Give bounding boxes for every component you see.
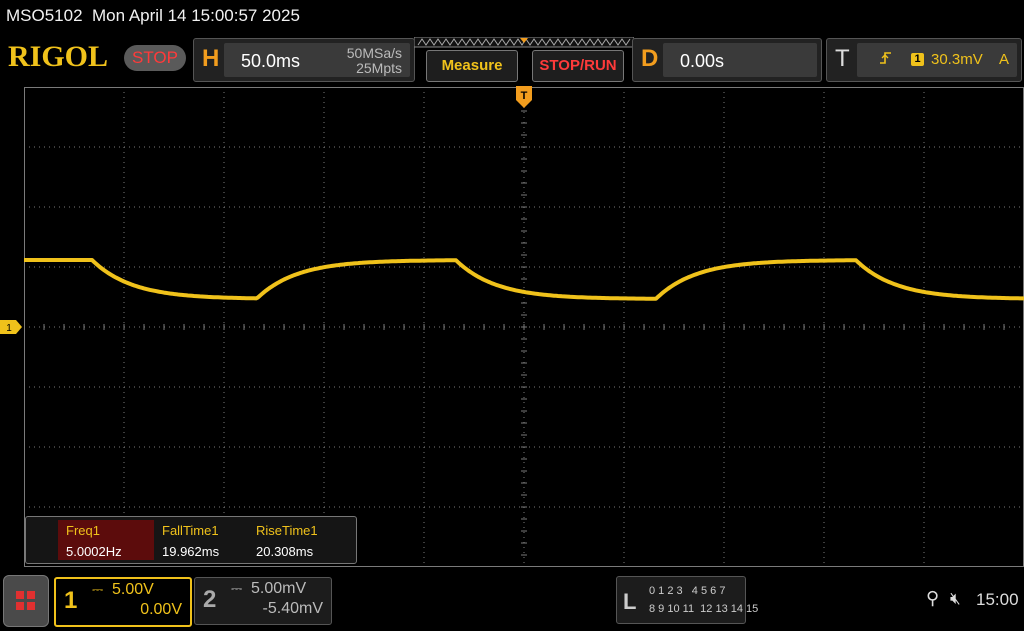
sample-rate: 50MSa/s: [346, 45, 402, 61]
channel2-offset: -5.40mV: [262, 600, 323, 617]
logic-channels-row1: 0 1 2 3 4 5 6 7: [649, 585, 726, 597]
channel1-number: 1: [64, 587, 78, 614]
dc-coupling-icon: ⎓: [231, 580, 243, 596]
measurement-value: 19.962ms: [162, 544, 220, 559]
main-menu-button[interactable]: [3, 575, 49, 627]
usb-icon: ⚲: [926, 588, 940, 608]
graticule: [24, 87, 1024, 567]
measure-button[interactable]: Measure: [426, 50, 518, 82]
logic-label: L: [623, 589, 637, 614]
measurement-value: 20.308ms: [256, 544, 314, 559]
speaker-muted-icon[interactable]: 🔇︎: [950, 589, 961, 609]
svg-text:1: 1: [6, 323, 12, 334]
channel2-scale: 5.00mV: [251, 580, 307, 597]
measurement-panel[interactable]: Freq1 5.0002Hz FallTime1 19.962ms RiseTi…: [25, 516, 357, 564]
trigger-label: T: [835, 45, 850, 72]
measurement-value: 5.0002Hz: [66, 544, 122, 559]
delay-values: 0.00s: [663, 43, 817, 77]
trigger-panel[interactable]: T 1 30.3mV A: [826, 38, 1022, 82]
measurement-name: FallTime1: [162, 523, 219, 538]
delay-label: D: [641, 45, 659, 72]
trigger-values: 1 30.3mV A: [857, 43, 1017, 77]
memory-depth: 25Mpts: [356, 60, 402, 76]
bottom-bar: 1 ⎓ 5.00V 0.00V 2 ⎓ 5.00mV -5.40mV L 0 1…: [0, 570, 1024, 630]
waveform-display[interactable]: [24, 87, 1024, 567]
trigger-position-marker[interactable]: T: [516, 86, 532, 110]
horizontal-label: H: [202, 45, 220, 72]
measurement-risetime[interactable]: RiseTime1 20.308ms: [248, 520, 344, 560]
dc-coupling-icon: ⎓: [92, 581, 104, 597]
channel1-offset: 0.00V: [140, 601, 182, 618]
svg-text:T: T: [521, 90, 528, 102]
horizontal-values: 50.0ms 50MSa/s 25Mpts: [224, 43, 410, 77]
channel2-number: 2: [203, 586, 217, 613]
timebase-value: 50.0ms: [241, 51, 301, 71]
measurement-freq[interactable]: Freq1 5.0002Hz: [58, 520, 154, 560]
trigger-source-badge: 1: [911, 53, 924, 66]
logic-channels-panel[interactable]: L 0 1 2 3 4 5 6 7 8 9 10 11 12 13 14 15: [616, 576, 758, 624]
memory-position-indicator: [414, 37, 634, 48]
grid-menu-icon: [16, 591, 35, 610]
stop-run-button[interactable]: STOP/RUN: [532, 50, 624, 82]
brand-logo: RIGOL: [8, 40, 109, 73]
channel2-panel[interactable]: 2 ⎓ 5.00mV -5.40mV: [194, 577, 332, 625]
channel1-scale: 5.00V: [112, 581, 154, 598]
delay-value: 0.00s: [680, 51, 725, 71]
channel1-panel[interactable]: 1 ⎓ 5.00V 0.00V: [54, 577, 192, 627]
trigger-level: 30.3mV: [931, 51, 983, 68]
delay-panel[interactable]: D 0.00s: [632, 38, 822, 82]
top-toolbar: RIGOL STOP H 50.0ms 50MSa/s 25Mpts Measu…: [0, 36, 1024, 84]
run-status-indicator[interactable]: STOP: [124, 45, 186, 71]
measurement-name: RiseTime1: [256, 523, 318, 538]
measurement-falltime[interactable]: FallTime1 19.962ms: [154, 520, 250, 560]
logic-channels-row2: 8 9 10 11 12 13 14 15: [649, 603, 759, 615]
horizontal-timebase-panel[interactable]: H 50.0ms 50MSa/s 25Mpts: [193, 38, 415, 82]
rising-edge-icon: [879, 50, 893, 70]
channel1-offset-marker[interactable]: 1: [0, 320, 24, 334]
measurement-name: Freq1: [66, 523, 100, 538]
window-title: MSO5102 Mon April 14 15:00:57 2025: [6, 6, 300, 25]
trigger-mode: A: [999, 51, 1010, 68]
title-bar: MSO5102 Mon April 14 15:00:57 2025: [0, 0, 1024, 32]
status-clock: 15:00: [976, 590, 1019, 609]
